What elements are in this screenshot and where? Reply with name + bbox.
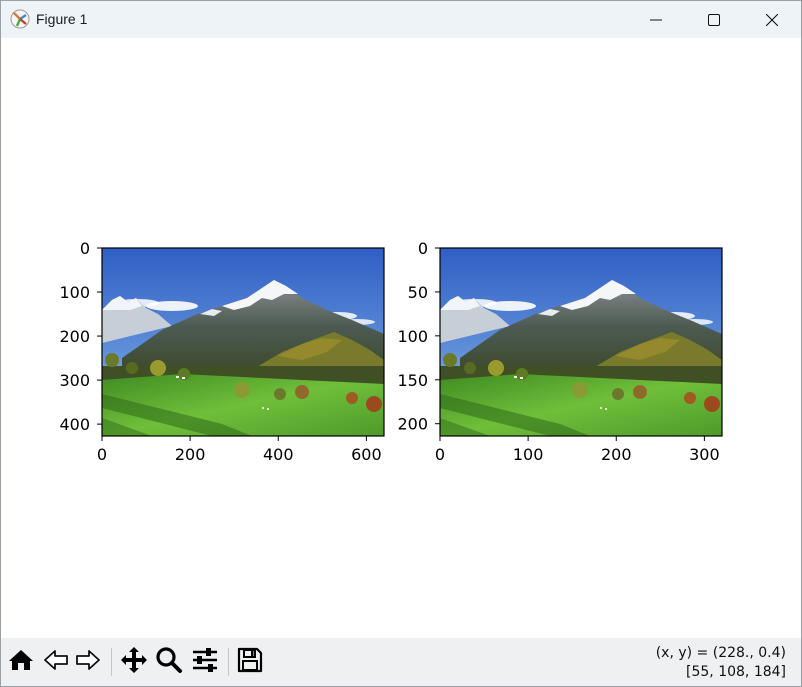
cursor-status: (x, y) = (228., 0.4) [55, 108, 184] <box>656 644 786 682</box>
figure-svg[interactable]: 0 200 400 600 0 100 200 300 400 0 100 200 300 0 50 100… <box>1 38 801 638</box>
x-tick-label: 600 <box>351 445 382 464</box>
y-tick-label: 400 <box>59 415 90 434</box>
home-button[interactable] <box>6 647 36 677</box>
y-tick-label: 150 <box>397 371 428 390</box>
zoom-icon <box>155 646 183 678</box>
cursor-coordinates: (x, y) = (228., 0.4) <box>655 645 786 661</box>
forward-button[interactable] <box>73 647 103 677</box>
close-button[interactable] <box>743 1 801 38</box>
y-tick-label: 100 <box>59 283 90 302</box>
window-title: Figure 1 <box>36 11 88 27</box>
toolbar-separator <box>111 648 112 676</box>
title-bar[interactable]: Figure 1 <box>1 1 801 38</box>
x-tick-label: 0 <box>97 445 107 464</box>
configure-subplots-button[interactable] <box>190 647 220 677</box>
back-button[interactable] <box>41 647 71 677</box>
y-tick-label: 300 <box>59 371 90 390</box>
x-tick-label: 400 <box>263 445 294 464</box>
x-tick-label: 300 <box>689 445 720 464</box>
minimize-button[interactable] <box>627 1 685 38</box>
pixel-value: [55, 108, 184] <box>686 664 786 680</box>
matplotlib-icon <box>10 9 30 29</box>
save-button[interactable] <box>235 647 265 677</box>
close-icon <box>766 13 778 26</box>
pan-button[interactable] <box>119 647 149 677</box>
zoom-button[interactable] <box>154 647 184 677</box>
save-icon <box>237 647 263 677</box>
figure-canvas[interactable]: 0 200 400 600 0 100 200 300 400 0 100 200 300 0 50 100… <box>1 38 801 638</box>
back-icon <box>43 648 69 676</box>
toolbar-separator <box>228 648 229 676</box>
home-icon <box>8 648 34 676</box>
configure-subplots-icon <box>191 647 219 677</box>
navigation-toolbar: (x, y) = (228., 0.4) [55, 108, 184] <box>1 638 801 686</box>
axes-original[interactable]: 0 200 400 600 0 100 200 300 400 <box>59 239 385 464</box>
x-tick-label: 100 <box>513 445 544 464</box>
y-tick-label: 0 <box>418 239 428 258</box>
pan-icon <box>120 646 148 678</box>
y-tick-label: 50 <box>408 283 428 302</box>
maximize-icon <box>708 13 720 26</box>
x-tick-label: 200 <box>175 445 206 464</box>
y-tick-label: 0 <box>80 239 90 258</box>
y-tick-label: 200 <box>397 415 428 434</box>
downsampled-image <box>440 248 722 436</box>
x-tick-label: 0 <box>435 445 445 464</box>
original-image <box>102 248 384 436</box>
maximize-button[interactable] <box>685 1 743 38</box>
minimize-icon <box>650 14 662 26</box>
forward-icon <box>75 648 101 676</box>
y-tick-label: 200 <box>59 327 90 346</box>
axes-downsampled[interactable]: 0 100 200 300 0 50 100 150 200 <box>397 239 723 464</box>
x-tick-label: 200 <box>601 445 632 464</box>
figure-window: Figure 1 0 200 400 600 0 100 200 300 400… <box>0 0 802 687</box>
y-tick-label: 100 <box>397 327 428 346</box>
